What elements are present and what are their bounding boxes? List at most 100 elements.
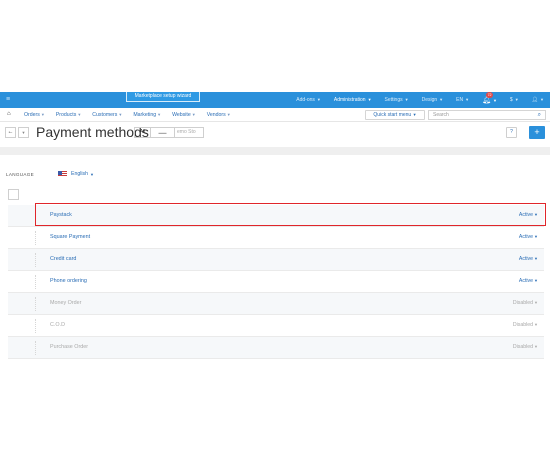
- status-label: Active: [518, 234, 534, 240]
- nav-vendors[interactable]: Vendors▼: [207, 112, 231, 118]
- page-title: Payment methods: [36, 124, 149, 140]
- chevron-down-icon: ▼: [534, 256, 538, 261]
- plus-icon: +: [534, 127, 540, 137]
- chevron-down-icon: ▼: [534, 234, 538, 239]
- nav-products[interactable]: Products▼: [56, 112, 81, 118]
- payment-method-name[interactable]: Square Payment: [50, 234, 90, 240]
- status-dropdown[interactable]: Active▼: [519, 256, 538, 262]
- list-item-money-order[interactable]: Money Order Disabled▼: [8, 293, 544, 315]
- content-divider: [0, 147, 550, 155]
- drag-handle[interactable]: [35, 275, 36, 289]
- top-bar: ≡ Marketplace setup wizard Add-ons ▼ Admi…: [0, 92, 550, 108]
- status-label: Disabled: [512, 300, 534, 306]
- drag-handle[interactable]: [35, 253, 36, 267]
- top-nav-administration[interactable]: Administration ▼: [334, 97, 372, 103]
- notifications-bell-icon[interactable]: 🔔︎ 72 ▼: [482, 92, 497, 104]
- menu-icon[interactable]: ≡: [6, 96, 10, 103]
- nav-orders[interactable]: Orders▼: [24, 112, 45, 118]
- add-payment-method-button[interactable]: +: [529, 126, 545, 139]
- payment-method-name[interactable]: Credit card: [50, 256, 76, 262]
- payment-method-name[interactable]: C.O.D: [50, 322, 65, 328]
- drag-handle[interactable]: [35, 341, 36, 355]
- chevron-down-icon: ▼: [534, 300, 538, 305]
- question-icon: ?: [510, 129, 513, 135]
- chevron-down-icon: ▼: [534, 344, 538, 349]
- quick-start-label: Quick start menu: [373, 112, 412, 118]
- user-menu[interactable]: 👤︎ ▼: [532, 97, 544, 103]
- admin-panel: ≡ Marketplace setup wizard Add-ons ▼ Admi…: [0, 92, 550, 359]
- nav-vendors-label: Vendors: [206, 112, 226, 118]
- nav-products-label: Products: [55, 112, 77, 118]
- nav-website[interactable]: Website▼: [172, 112, 196, 118]
- status-dropdown[interactable]: Disabled▼: [513, 344, 538, 350]
- search-icon[interactable]: ⌕: [538, 111, 541, 119]
- chevron-down-icon: ▼: [77, 112, 82, 117]
- drag-handle[interactable]: [35, 319, 36, 333]
- notifications-badge: 72: [486, 92, 494, 98]
- list-item-credit-card[interactable]: Credit card Active▼: [8, 249, 544, 271]
- quick-start-menu-button[interactable]: Quick start menu ▼: [365, 110, 425, 120]
- store-toggle[interactable]: ▬▬: [151, 128, 175, 137]
- top-nav-language[interactable]: EN ▼: [456, 97, 469, 103]
- payment-method-name[interactable]: Purchase Order: [50, 344, 88, 350]
- status-label: Disabled: [512, 322, 534, 328]
- select-all-checkbox[interactable]: [8, 189, 19, 200]
- drag-handle[interactable]: [35, 297, 36, 311]
- marketplace-setup-wizard-button[interactable]: Marketplace setup wizard: [126, 92, 200, 102]
- main-nav-links: Orders▼ Products▼ Customers▼ Marketing▼ …: [24, 108, 231, 122]
- list-item-cod[interactable]: C.O.D Disabled▼: [8, 315, 544, 337]
- history-dropdown-button[interactable]: ▼: [18, 127, 29, 138]
- us-flag-icon: [58, 171, 67, 177]
- list-item-paystack[interactable]: Paystack Active▼: [8, 203, 546, 227]
- back-button[interactable]: ←: [5, 127, 16, 138]
- list-item-phone-ordering[interactable]: Phone ordering Active▼: [8, 271, 544, 293]
- storefront-picker[interactable]: All ▬▬ emo Sto: [134, 127, 204, 138]
- chevron-down-icon: ▼: [540, 97, 544, 102]
- top-nav-language-label: EN: [456, 97, 464, 103]
- language-label: LANGUAGE: [6, 172, 34, 177]
- top-nav-design[interactable]: Design ▼: [422, 97, 444, 103]
- chevron-down-icon: ▼: [226, 112, 231, 117]
- chevron-down-icon: ▼: [157, 112, 162, 117]
- store-all-option[interactable]: All: [135, 128, 151, 137]
- currency-selector[interactable]: $ ▼: [510, 97, 519, 103]
- payment-method-name[interactable]: Paystack: [50, 212, 72, 218]
- nav-marketing[interactable]: Marketing▼: [133, 112, 161, 118]
- drag-handle[interactable]: [35, 209, 36, 223]
- nav-website-label: Website: [172, 112, 191, 118]
- drag-handle[interactable]: [35, 231, 36, 245]
- status-label: Active: [518, 256, 534, 262]
- chevron-down-icon: ▼: [21, 130, 26, 135]
- chevron-down-icon: ▼: [439, 97, 444, 102]
- chevron-down-icon: ▼: [492, 98, 497, 103]
- nav-orders-label: Orders: [24, 112, 40, 118]
- chevron-down-icon: ▼: [404, 97, 409, 102]
- chevron-down-icon: ▼: [412, 112, 417, 117]
- chevron-down-icon: ▼: [90, 171, 94, 177]
- store-demo-option[interactable]: emo Sto: [175, 128, 203, 137]
- list-item-square-payment[interactable]: Square Payment Active▼: [8, 227, 544, 249]
- list-item-purchase-order[interactable]: Purchase Order Disabled▼: [8, 337, 544, 359]
- payment-method-name[interactable]: Money Order: [50, 300, 81, 306]
- top-nav-settings[interactable]: Settings ▼: [385, 97, 409, 103]
- chevron-down-icon: ▼: [316, 97, 321, 102]
- status-dropdown[interactable]: Disabled▼: [513, 300, 538, 306]
- nav-customers[interactable]: Customers▼: [92, 112, 122, 118]
- status-dropdown[interactable]: Active▼: [519, 278, 538, 284]
- currency-label: $: [509, 97, 513, 103]
- chevron-down-icon: ▼: [534, 278, 538, 283]
- language-selector[interactable]: English ▼: [58, 171, 94, 177]
- payment-method-name[interactable]: Phone ordering: [50, 278, 87, 284]
- search-input[interactable]: Search ⌕: [428, 110, 546, 120]
- home-icon[interactable]: ⌂: [7, 111, 11, 117]
- top-nav-addons-label: Add-ons: [296, 97, 315, 103]
- status-dropdown[interactable]: Active▼: [519, 234, 538, 240]
- status-dropdown[interactable]: Active▼: [519, 212, 538, 218]
- chevron-down-icon: ▼: [534, 212, 538, 217]
- status-dropdown[interactable]: Disabled▼: [513, 322, 538, 328]
- top-nav-addons[interactable]: Add-ons ▼: [296, 97, 321, 103]
- help-button[interactable]: ?: [506, 127, 517, 138]
- chevron-down-icon: ▼: [514, 97, 519, 102]
- top-nav-administration-label: Administration: [333, 97, 366, 103]
- status-label: Active: [518, 212, 534, 218]
